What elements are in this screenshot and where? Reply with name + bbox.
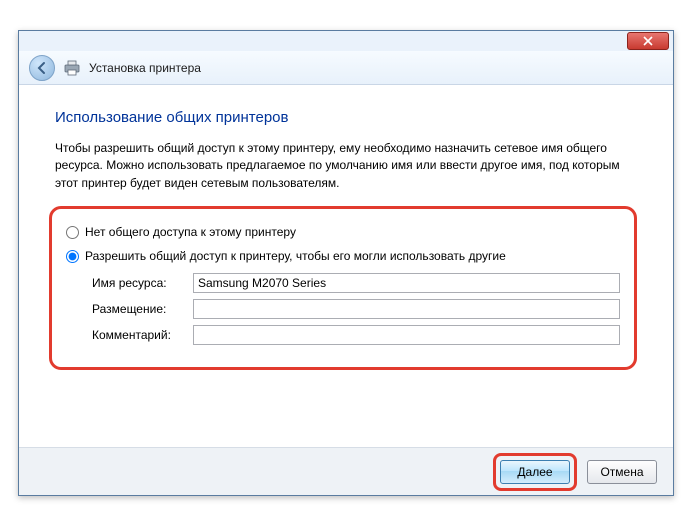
content-area: Использование общих принтеров Чтобы разр… [19, 85, 673, 447]
next-button[interactable]: Далее [500, 460, 570, 484]
next-button-highlight: Далее [493, 453, 577, 491]
page-title: Использование общих принтеров [55, 109, 637, 126]
radio-no-share-label: Нет общего доступа к этому принтеру [85, 225, 296, 239]
share-name-input[interactable] [193, 273, 620, 293]
comment-label: Комментарий: [92, 328, 187, 342]
location-label: Размещение: [92, 302, 187, 316]
close-icon [643, 36, 653, 46]
radio-share-label: Разрешить общий доступ к принтеру, чтобы… [85, 249, 506, 263]
comment-row: Комментарий: [92, 325, 620, 345]
location-input[interactable] [193, 299, 620, 319]
comment-input[interactable] [193, 325, 620, 345]
close-button[interactable] [627, 32, 669, 50]
share-name-row: Имя ресурса: [92, 273, 620, 293]
radio-no-share[interactable]: Нет общего доступа к этому принтеру [66, 225, 620, 239]
dialog-window: Установка принтера Использование общих п… [18, 30, 674, 496]
sharing-options-group: Нет общего доступа к этому принтеру Разр… [49, 206, 637, 370]
wizard-header: Установка принтера [19, 51, 673, 85]
radio-share[interactable]: Разрешить общий доступ к принтеру, чтобы… [66, 249, 620, 263]
window-title: Установка принтера [89, 61, 201, 75]
location-row: Размещение: [92, 299, 620, 319]
arrow-left-icon [35, 61, 49, 75]
page-description: Чтобы разрешить общий доступ к этому при… [55, 140, 637, 192]
titlebar [19, 31, 673, 51]
back-button[interactable] [29, 55, 55, 81]
share-name-label: Имя ресурса: [92, 276, 187, 290]
cancel-button[interactable]: Отмена [587, 460, 657, 484]
radio-no-share-input[interactable] [66, 226, 79, 239]
dialog-footer: Далее Отмена [19, 447, 673, 495]
radio-share-input[interactable] [66, 250, 79, 263]
printer-icon [63, 59, 81, 77]
